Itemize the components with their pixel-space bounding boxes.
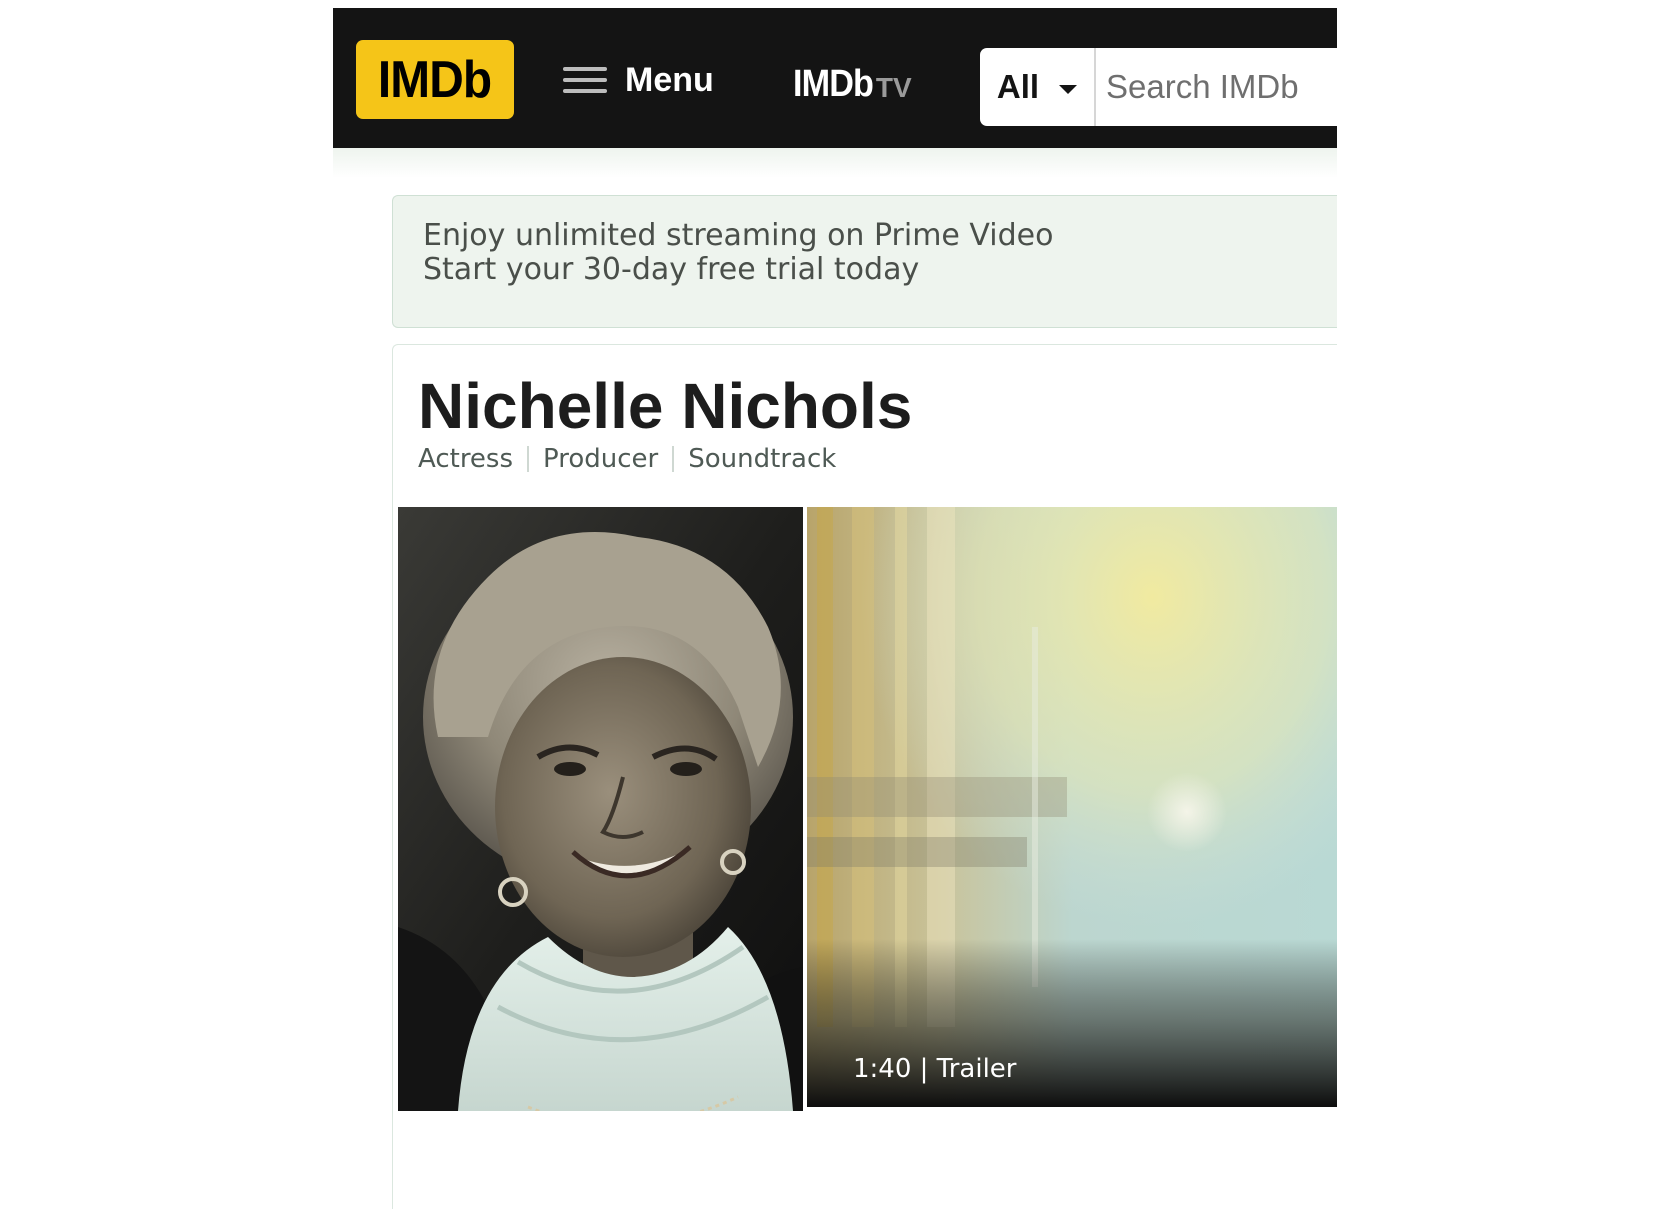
menu-label: Menu — [625, 60, 714, 99]
top-navigation-bar: IMDb Menu IMDb TV All — [333, 8, 1337, 148]
imdbtv-logo-main: IMDb — [793, 63, 874, 105]
menu-button[interactable]: Menu — [563, 52, 714, 108]
video-duration-label: 1:40 | Trailer — [853, 1054, 1017, 1084]
search-bar: All — [980, 48, 1337, 126]
imdbtv-link[interactable]: IMDb TV — [793, 56, 912, 106]
hamburger-icon — [563, 64, 607, 96]
search-category-label: All — [996, 68, 1040, 105]
search-input[interactable] — [1106, 60, 1332, 114]
trailer-video-thumbnail[interactable]: 1:40 | Trailer — [807, 507, 1337, 1107]
prime-video-promo-banner[interactable]: Enjoy unlimited streaming on Prime Video… — [392, 195, 1337, 328]
role-divider — [527, 446, 530, 472]
caret-down-icon — [1059, 84, 1078, 94]
logo-text: IMDb — [378, 50, 492, 109]
search-category-dropdown[interactable]: All — [980, 48, 1096, 126]
promo-line-1: Enjoy unlimited streaming on Prime Video — [423, 218, 1054, 253]
imdbtv-logo-suffix: TV — [875, 72, 912, 103]
role-divider — [672, 446, 675, 472]
person-roles: Actress Producer Soundtrack — [418, 444, 836, 474]
person-photo[interactable] — [398, 507, 803, 1111]
screenshot-canvas: IMDb Menu IMDb TV All Enjoy unlimit — [0, 0, 1665, 1209]
person-name: Nichelle Nichols — [418, 370, 913, 442]
role-soundtrack[interactable]: Soundtrack — [688, 444, 836, 474]
main-content: Enjoy unlimited streaming on Prime Video… — [333, 148, 1337, 1209]
role-actress[interactable]: Actress — [418, 444, 513, 474]
browser-viewport: IMDb Menu IMDb TV All Enjoy unlimit — [333, 8, 1337, 1209]
person-overview-card: Nichelle Nichols Actress Producer Soundt… — [392, 344, 1337, 1209]
imdb-logo[interactable]: IMDb — [356, 40, 514, 119]
role-producer[interactable]: Producer — [543, 444, 658, 474]
promo-line-2: Start your 30-day free trial today — [423, 252, 920, 287]
